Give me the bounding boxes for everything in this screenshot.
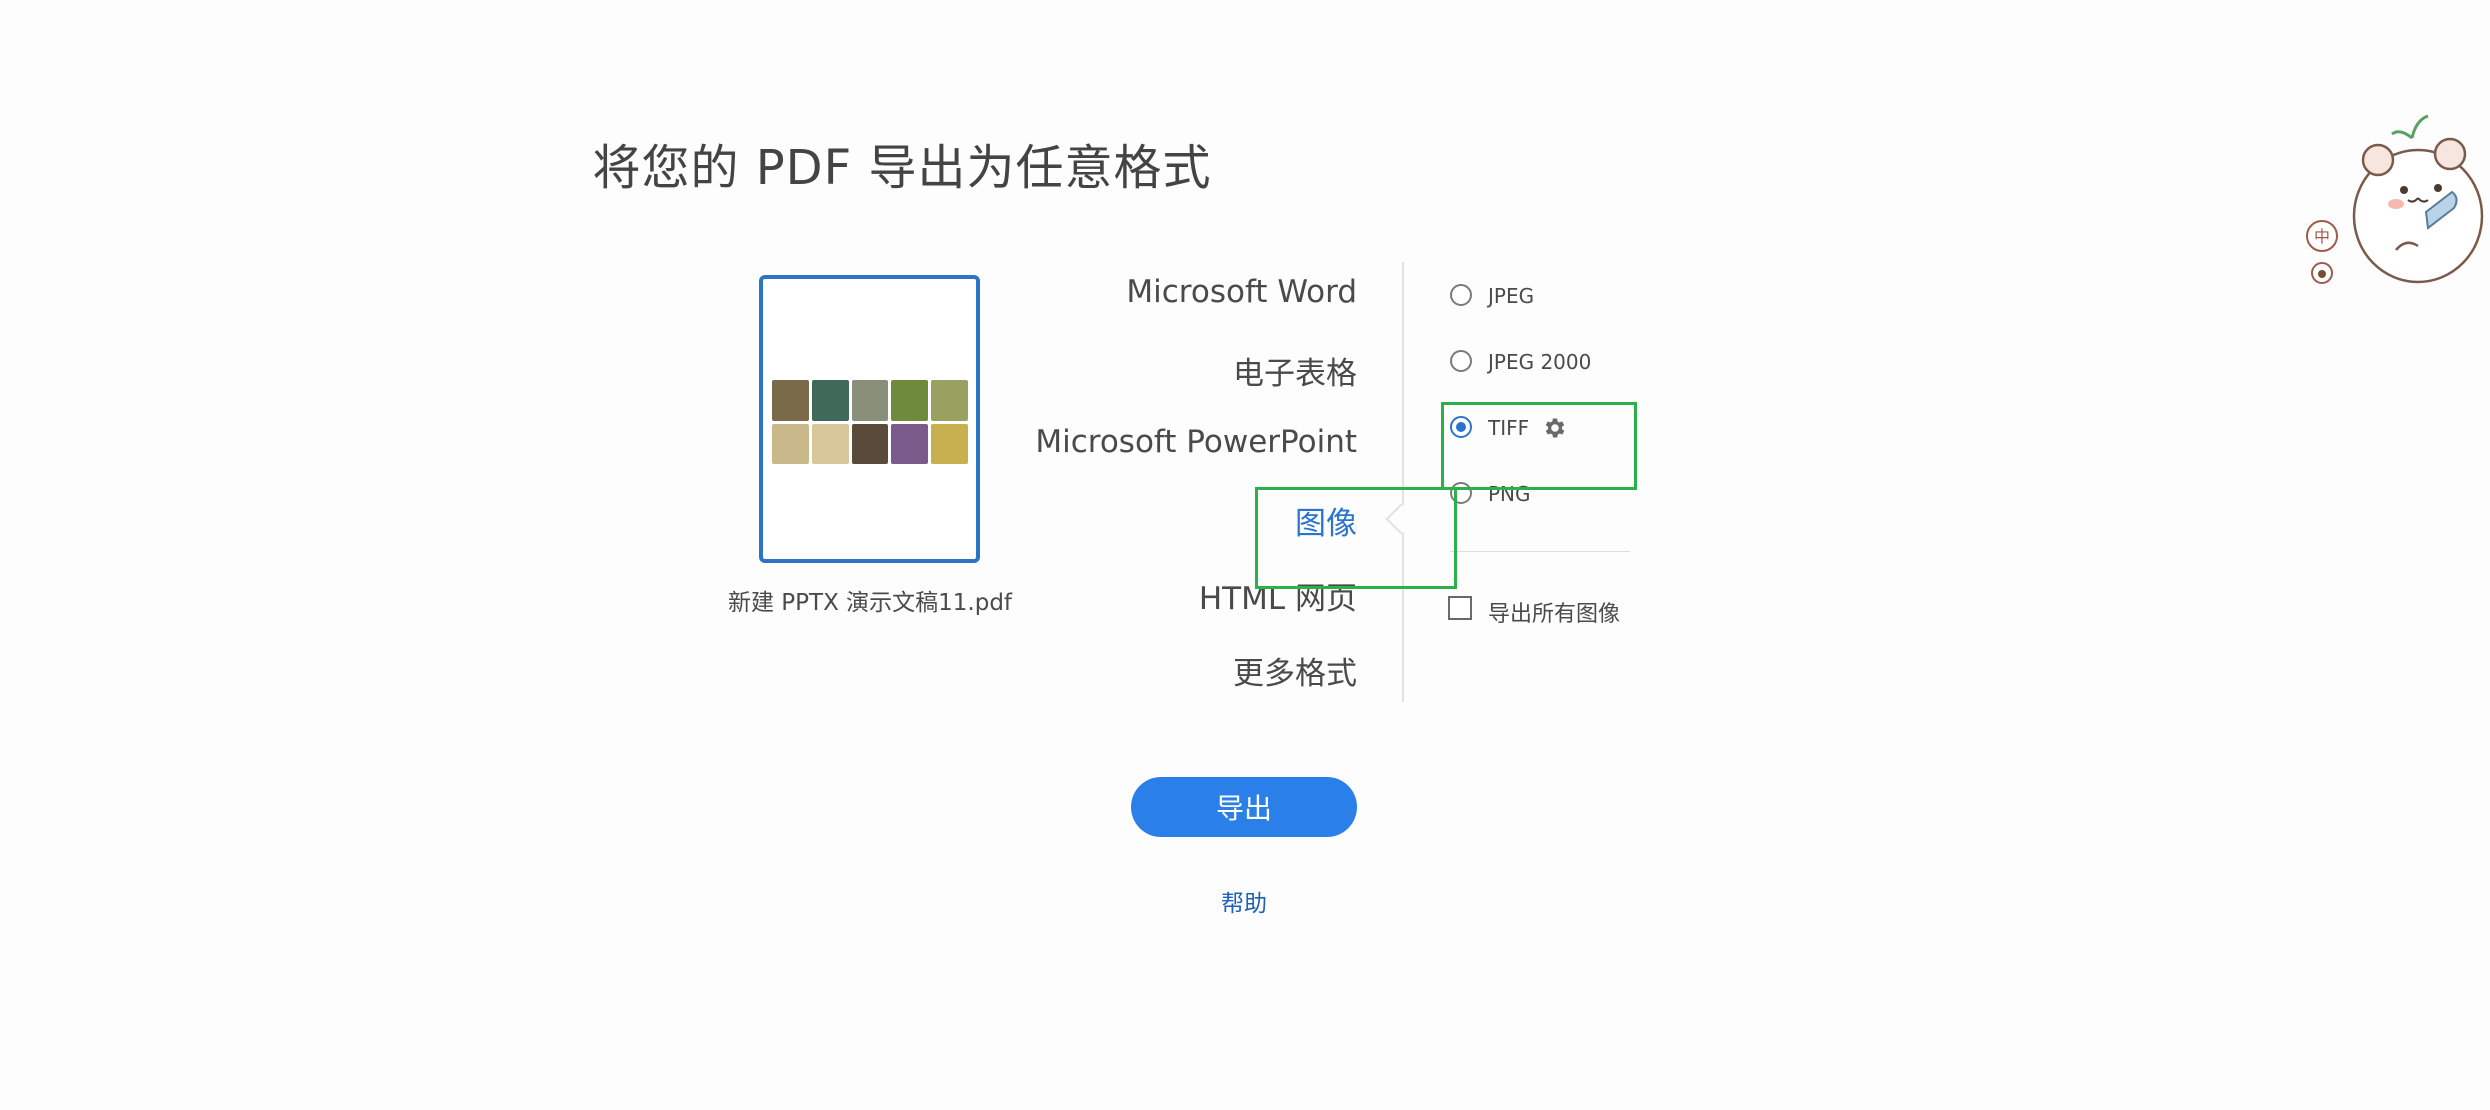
radio-tiff[interactable] xyxy=(1450,416,1472,438)
thumbnail-tile xyxy=(891,380,929,421)
page-title: 将您的 PDF 导出为任意格式 xyxy=(592,140,1212,196)
category-more-formats[interactable]: 更多格式 xyxy=(1233,648,1357,693)
option-label-jpeg: JPEG xyxy=(1488,284,1535,308)
radio-jpeg-2000[interactable] xyxy=(1450,350,1472,372)
thumbnail-tile xyxy=(931,423,968,464)
radio-jpeg[interactable] xyxy=(1450,284,1472,306)
file-name: 新建 PPTX 演示文稿11.pdf xyxy=(727,590,1013,616)
options-separator xyxy=(1450,551,1630,552)
radio-png[interactable] xyxy=(1450,482,1472,504)
thumbnail-tile xyxy=(811,423,849,464)
thumbnail-tile xyxy=(811,380,849,421)
thumbnail-tile xyxy=(931,380,968,421)
thumbnail-tile xyxy=(851,423,889,464)
category-spreadsheet[interactable]: 电子表格 xyxy=(1233,348,1357,393)
option-label-jpeg-2000: JPEG 2000 xyxy=(1488,350,1592,374)
thumbnail-tile xyxy=(891,423,929,464)
export-all-images-label: 导出所有图像 xyxy=(1488,602,1621,627)
sticker-glyph: 中 xyxy=(2314,227,2330,246)
thumbnail-tile xyxy=(772,423,809,464)
pdf-thumbnail[interactable] xyxy=(759,275,980,563)
option-label-tiff: TIFF xyxy=(1488,416,1530,440)
thumbnail-tile xyxy=(851,380,889,421)
category-html-webpage[interactable]: HTML 网页 xyxy=(1199,573,1357,618)
option-label-png: PNG xyxy=(1488,482,1531,506)
category-microsoft-powerpoint[interactable]: Microsoft PowerPoint xyxy=(1035,424,1357,460)
highlight-box-tiff xyxy=(1441,402,1637,490)
category-image[interactable]: 图像 xyxy=(1295,498,1357,543)
thumbnail-tile xyxy=(772,380,809,421)
thumbnail-image-grid xyxy=(772,380,968,464)
selected-category-pointer xyxy=(1385,503,1417,535)
gear-icon[interactable] xyxy=(1542,415,1568,441)
category-microsoft-word[interactable]: Microsoft Word xyxy=(1126,274,1357,310)
export-button[interactable]: 导出 xyxy=(1131,777,1357,837)
help-link[interactable]: 帮助 xyxy=(1130,884,1358,918)
export-pdf-page: 将您的 PDF 导出为任意格式 新建 PPTX 演示文稿11.pdf Micro… xyxy=(0,0,2490,1110)
bear-sticker-icon: 中 xyxy=(2306,114,2484,284)
panel-divider xyxy=(1402,262,1404,702)
export-all-images-checkbox[interactable] xyxy=(1448,596,1472,620)
